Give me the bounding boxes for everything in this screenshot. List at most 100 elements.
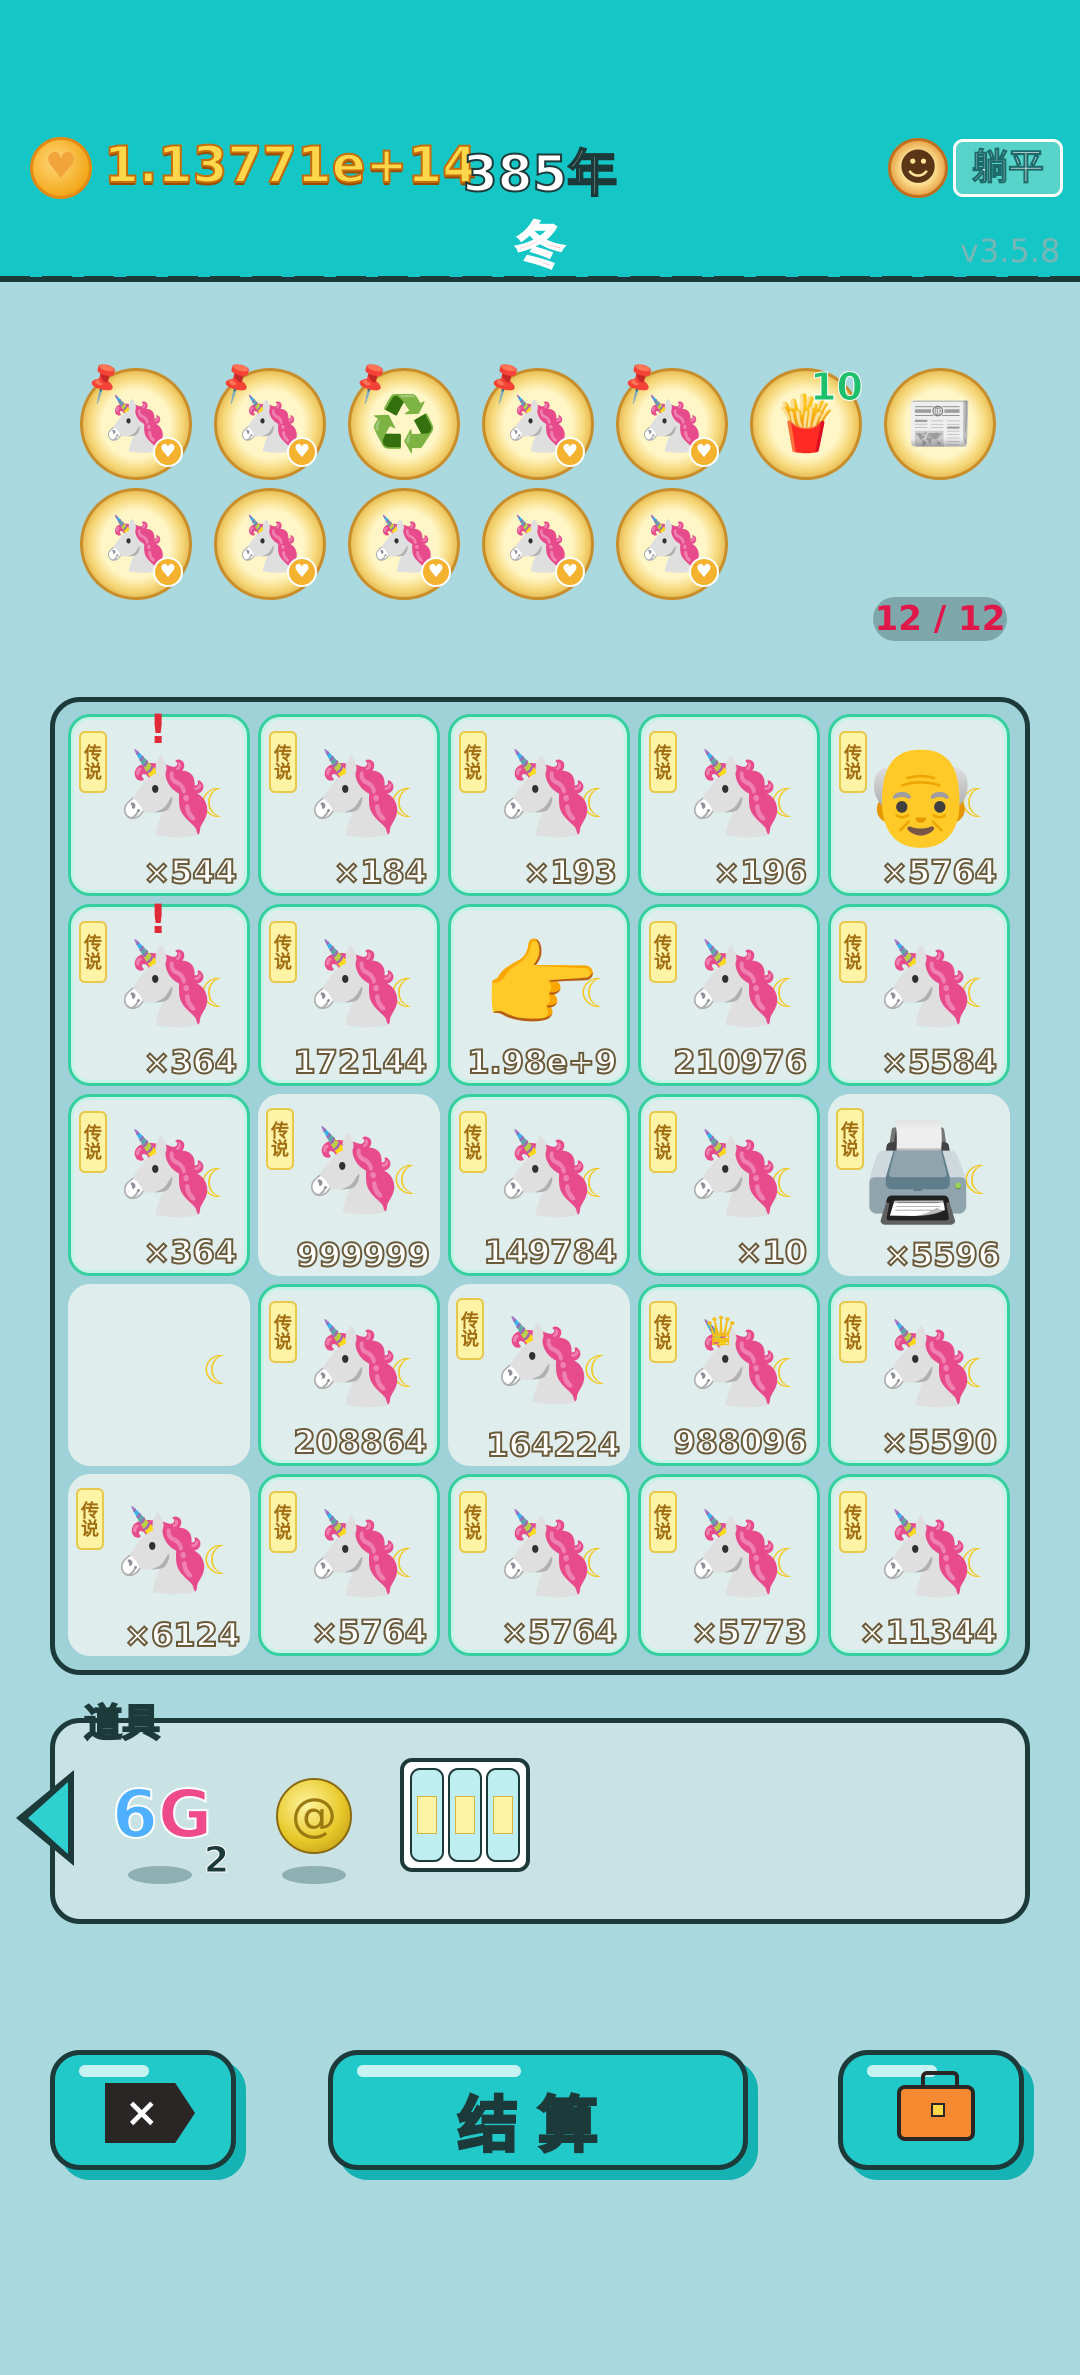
grid-cell[interactable]: 传说 ☾ 🖨️ ×5596 [828,1094,1010,1276]
unicorn-icon: 🦄 [115,1126,218,1221]
grid-cell[interactable]: 传说 ☾ 🦄 ×364 [68,1094,250,1276]
heart-icon: ♥ [555,437,585,467]
grid-cell[interactable]: 传说 ☾ 🦄 ×5584 [828,904,1010,1086]
legend-tag: 传说 [76,1488,104,1550]
collection-badge[interactable]: 🦄 ♥ [348,488,460,600]
golden-ball-icon[interactable] [276,1778,352,1854]
legend-scrolls-item[interactable] [400,1758,530,1872]
grid-cell[interactable]: 传说 ☾ 🦄 ×196 [638,714,820,896]
heart-icon: ♥ [287,557,317,587]
cell-count: 164224 [485,1425,621,1465]
items-title: 道具 [83,1700,161,1746]
heart-icon: ♥ [689,437,719,467]
arrow-left-icon[interactable] [16,1770,74,1866]
close-button[interactable]: × [50,2050,236,2170]
grid-cell[interactable]: 传说 ☾ 🦄 172144 [258,904,440,1086]
collection-badge[interactable]: 🦄 ♥ [616,488,728,600]
lie-flat-button[interactable]: 躺平 [953,139,1063,197]
scroll-icon [448,1768,482,1862]
badge-count: 10 [810,365,864,410]
grid-cell[interactable]: ☾ 👉 1.98e+9 [448,904,630,1086]
6g-six: 6 [111,1775,159,1854]
grid-cell[interactable]: 传说 ☾ 🦄! ×364 [68,897,250,1086]
grid-cell[interactable]: 传说 ☾ 🦄 ×5764 [448,1474,630,1656]
heart-icon: ♥ [153,557,183,587]
grid-cell[interactable]: 传说 ☾ 🦄 ♛ 988096 [638,1284,820,1466]
unicorn-icon: 🦄 [685,936,788,1031]
collection-badge[interactable]: 🦄 ♥ [214,488,326,600]
legend-tag: 传说 [459,1111,487,1173]
collection-badge[interactable]: 🦄 📌 ♥ [79,358,192,480]
unicorn-icon: 🦄 [495,1506,598,1601]
cell-count: 1.98e+9 [466,1042,618,1082]
coin-balance: 1.13771e+14 [103,135,478,195]
time-magazine-icon: 📰 [906,392,974,455]
legend-tag: 传说 [649,1301,677,1363]
grid-cell[interactable]: 传说 ☾ 🦄 ×10 [638,1094,820,1276]
cell-count: 210976 [672,1042,808,1082]
grid-cell[interactable]: 传说 ☾ 🦄 ×11344 [828,1474,1010,1656]
unicorn-icon: 🦄 [305,1316,408,1411]
legend-tag: 传说 [649,1491,677,1553]
avatar-coin-icon[interactable] [888,138,948,198]
collection-badge[interactable]: 🦄 📌 ♥ [481,358,594,480]
grid-cell[interactable]: 传说 ☾ 🦄 ×184 [258,714,440,896]
cell-count: ×5596 [883,1235,1001,1275]
grid-cell[interactable]: 传说 ☾ 🦄 164224 [448,1284,630,1466]
grid-cell[interactable]: 传说 ☾ 🦄 149784 [448,1094,630,1276]
collection-badge[interactable]: ♻️ 📌 [347,358,460,480]
grid-cell[interactable]: 传说 ☾ 👴 ×5764 [828,714,1010,896]
grid-cell[interactable]: 传说 ☾ 🦄 210976 [638,904,820,1086]
cell-count: ×11344 [858,1612,998,1652]
legend-tag: 传说 [649,921,677,983]
legend-tag: 传说 [649,1111,677,1173]
old-man-glasses-icon: 👴 [861,739,981,851]
6g-item[interactable]: 6G [111,1775,213,1854]
grid-cell[interactable]: 传说 ☾ 🦄 ×6124 [68,1474,250,1656]
grid-cell[interactable]: 传说 ☾ 🦄 208864 [258,1284,440,1466]
briefcase-button[interactable] [838,2050,1024,2170]
unicorn-icon: 🦄 [685,1126,788,1221]
legend-tag: 传说 [79,921,107,983]
collection-badge[interactable]: 🦄 ♥ [80,488,192,600]
grid-cell[interactable]: 传说 ☾ 🦄 ×5773 [638,1474,820,1656]
unicorn-icon: 🦄 [115,936,218,1031]
grid-cell[interactable]: 传说 ☾ 🦄 ×5590 [828,1284,1010,1466]
settle-button[interactable]: 结算 [328,2050,748,2170]
heart-icon: ♥ [287,437,317,467]
legend-tag: 传说 [459,1491,487,1553]
legend-tag: 传说 [269,1491,297,1553]
unicorn-icon: 🦄 [875,1506,978,1601]
printer-icon: 🖨️ [858,1116,978,1228]
cell-count: ×184 [332,852,428,892]
unicorn-icon: 🦄 [112,1503,215,1598]
scroll-icon [486,1768,520,1862]
cell-count: 172144 [292,1042,428,1082]
collection-badge[interactable]: 🦄 📌 ♥ [615,358,728,480]
legend-tag: 传说 [459,731,487,793]
moon-icon: ☾ [202,1348,238,1394]
unicorn-icon: 🦄 [875,936,978,1031]
heart-icon: ♥ [421,557,451,587]
grid-cell[interactable]: 传说 ☾ 🦄 ×193 [448,714,630,896]
heart-icon: ♥ [689,557,719,587]
cell-count: ×5764 [500,1612,618,1652]
collection-badge[interactable]: 🍟 10 [750,365,864,480]
cell-count: ×5584 [880,1042,998,1082]
briefcase-icon [897,2071,975,2141]
cell-count: ×6124 [123,1615,241,1655]
collection-badge[interactable]: 📰 [884,368,996,480]
grid-cell[interactable]: 传说 ☾ 🦄! ×544 [68,707,250,896]
grid-cell[interactable]: ☾ [68,1284,250,1466]
legend-tag: 传说 [839,921,867,983]
heart-coin-icon [30,137,92,199]
legend-tag: 传说 [839,1301,867,1363]
unicorn-icon: 🦄 [302,1123,405,1218]
year-label: 385年 [462,144,618,204]
collection-badge[interactable]: 🦄 ♥ [482,488,594,600]
grid-cell[interactable]: 传说 ☾ 🦄 ×5764 [258,1474,440,1656]
grid-cell[interactable]: 传说 ☾ 🦄 999999 [258,1094,440,1276]
legend-tag: 传说 [269,921,297,983]
collection-badge[interactable]: 🦄 📌 ♥ [213,358,326,480]
version-label: v3.5.8 [960,232,1061,270]
